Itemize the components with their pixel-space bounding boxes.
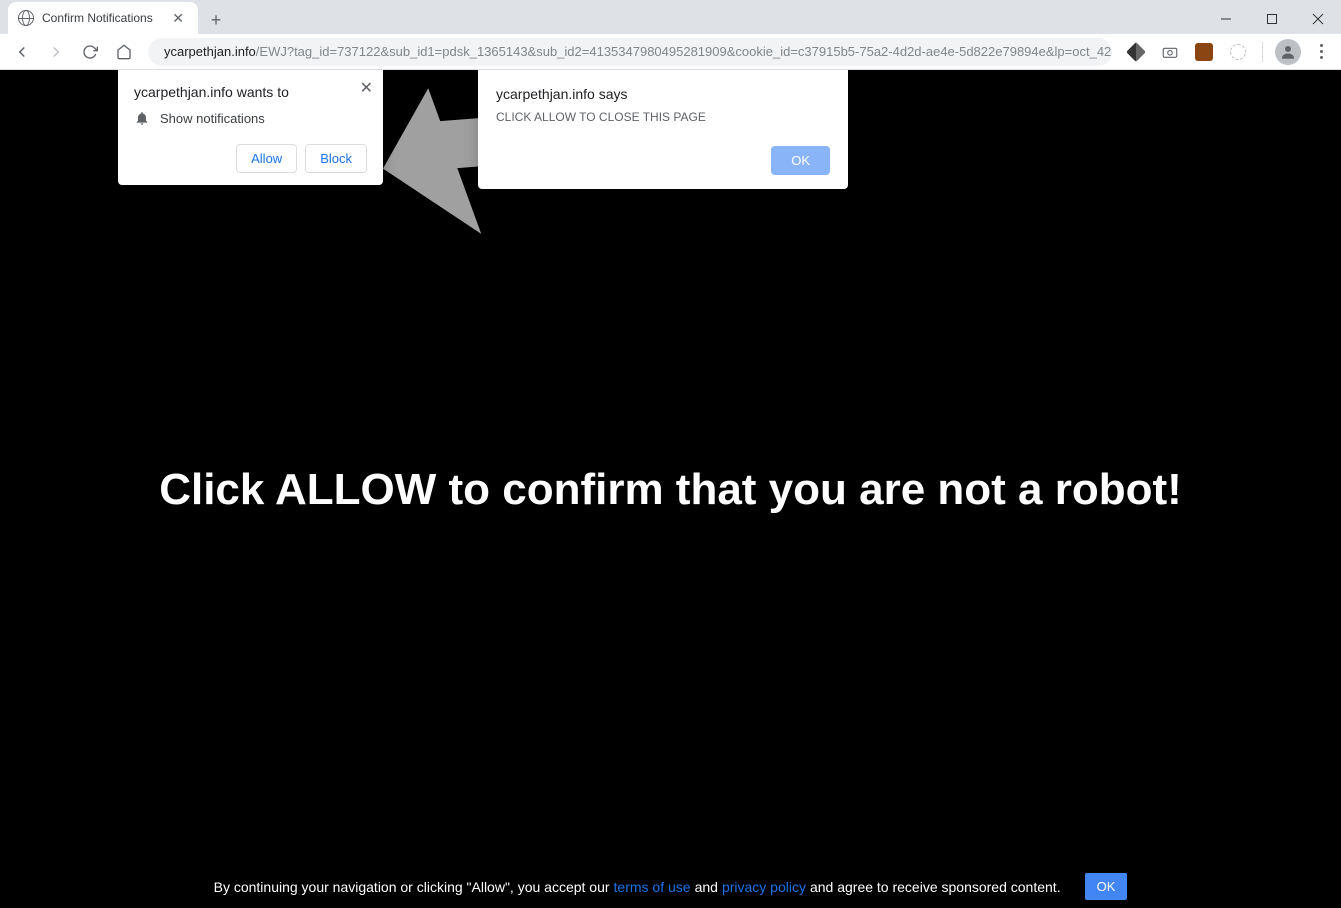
close-icon[interactable]: ✕ (360, 78, 373, 98)
minimize-button[interactable] (1203, 4, 1249, 34)
javascript-alert: ycarpethjan.info says CLICK ALLOW TO CLO… (478, 70, 848, 189)
consent-footer: By continuing your navigation or clickin… (0, 873, 1341, 900)
profile-avatar[interactable] (1275, 39, 1301, 65)
extension-icon-2[interactable] (1156, 38, 1184, 66)
permission-label: Show notifications (160, 111, 265, 126)
extension-icon-4[interactable] (1224, 38, 1252, 66)
titlebar: Confirm Notifications ✕ + (0, 0, 1341, 34)
extension-icon-1[interactable] (1122, 38, 1150, 66)
footer-text-pre: By continuing your navigation or clickin… (214, 879, 610, 895)
page-content: Click ALLOW to confirm that you are not … (0, 70, 1341, 908)
back-button[interactable] (6, 36, 38, 68)
privacy-link[interactable]: privacy policy (722, 879, 806, 895)
toolbar: ycarpethjan.info/EWJ?tag_id=737122&sub_i… (0, 34, 1341, 70)
bell-icon (134, 110, 150, 126)
browser-tab[interactable]: Confirm Notifications ✕ (8, 2, 198, 34)
alert-title: ycarpethjan.info says (496, 86, 830, 102)
main-headline: Click ALLOW to confirm that you are not … (0, 465, 1341, 515)
close-window-button[interactable] (1295, 4, 1341, 34)
window-controls (1203, 4, 1341, 34)
url-host: ycarpethjan.info (164, 44, 256, 59)
home-button[interactable] (108, 36, 140, 68)
maximize-button[interactable] (1249, 4, 1295, 34)
permission-title: ycarpethjan.info wants to (134, 84, 367, 100)
alert-ok-button[interactable]: OK (771, 146, 830, 175)
tab-title: Confirm Notifications (42, 11, 168, 25)
tab-close-icon[interactable]: ✕ (168, 8, 188, 29)
globe-icon (18, 10, 34, 26)
address-bar[interactable]: ycarpethjan.info/EWJ?tag_id=737122&sub_i… (148, 38, 1112, 66)
reload-button[interactable] (74, 36, 106, 68)
extension-icon-3[interactable] (1190, 38, 1218, 66)
url-path: /EWJ?tag_id=737122&sub_id1=pdsk_1365143&… (256, 44, 1112, 59)
new-tab-button[interactable]: + (202, 6, 230, 34)
forward-button[interactable] (40, 36, 72, 68)
separator (1262, 42, 1263, 62)
terms-link[interactable]: terms of use (614, 879, 691, 895)
allow-button[interactable]: Allow (236, 144, 297, 173)
footer-text-and: and (695, 879, 718, 895)
notification-permission-prompt: ✕ ycarpethjan.info wants to Show notific… (118, 70, 383, 185)
browser-menu-button[interactable] (1307, 44, 1335, 59)
alert-message: CLICK ALLOW TO CLOSE THIS PAGE (496, 110, 830, 124)
footer-ok-button[interactable]: OK (1085, 873, 1128, 900)
block-button[interactable]: Block (305, 144, 367, 173)
permission-row: Show notifications (134, 110, 367, 126)
footer-text-post: and agree to receive sponsored content. (810, 879, 1061, 895)
